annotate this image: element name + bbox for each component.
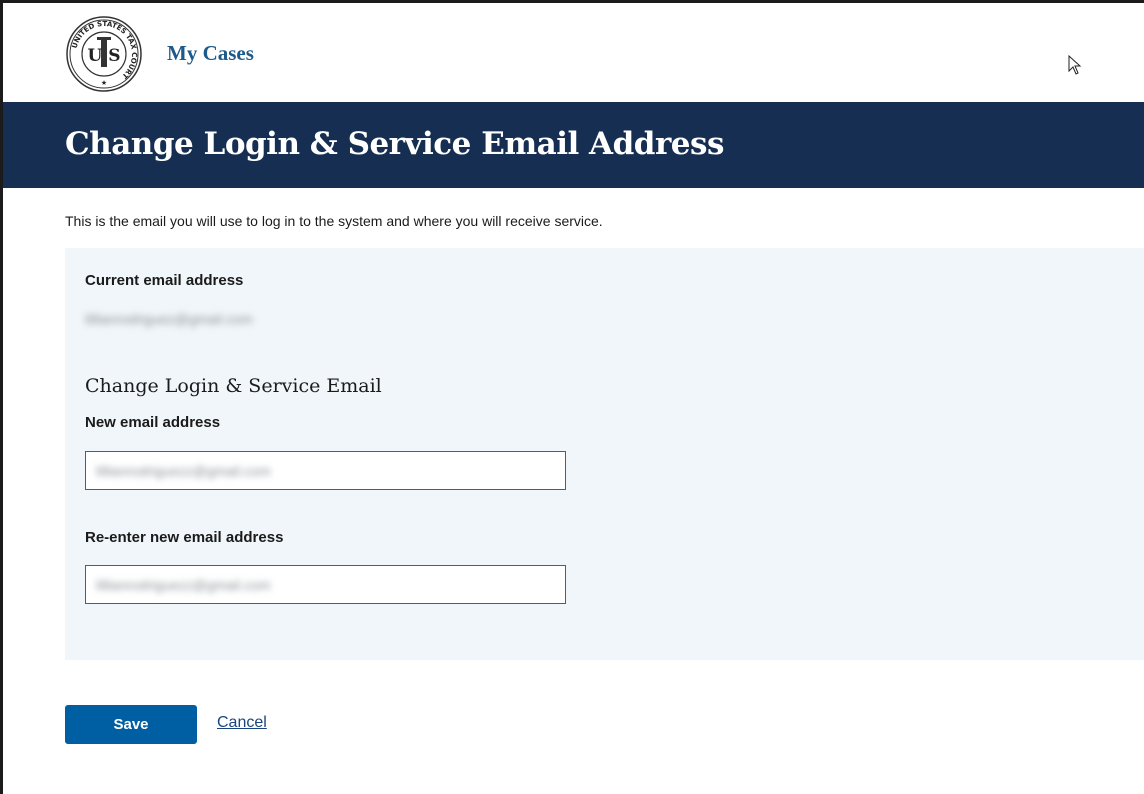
tax-court-seal-logo[interactable]: UNITED STATES TAX COURT U S ★ bbox=[65, 15, 143, 93]
new-email-input[interactable]: lillianrodriguezz@gmail.com bbox=[85, 451, 566, 490]
seal-center-text: U S bbox=[87, 46, 120, 66]
svg-text:★: ★ bbox=[101, 79, 107, 87]
current-email-label: Current email address bbox=[85, 272, 244, 289]
page-title-banner: Change Login & Service Email Address bbox=[3, 102, 1144, 188]
page-title: Change Login & Service Email Address bbox=[65, 126, 724, 162]
reenter-email-value: lillianrodriguezz@gmail.com bbox=[96, 577, 271, 593]
email-form-panel: Current email address lillianrodriguez@g… bbox=[65, 248, 1144, 660]
reenter-email-label: Re-enter new email address bbox=[85, 529, 284, 546]
cancel-link[interactable]: Cancel bbox=[217, 714, 267, 732]
change-email-heading: Change Login & Service Email bbox=[85, 375, 382, 397]
new-email-label: New email address bbox=[85, 414, 221, 431]
reenter-email-input[interactable]: lillianrodriguezz@gmail.com bbox=[85, 565, 566, 604]
my-cases-link[interactable]: My Cases bbox=[167, 41, 254, 66]
new-email-value: lillianrodriguezz@gmail.com bbox=[96, 463, 271, 479]
mouse-pointer-icon bbox=[1068, 55, 1082, 75]
current-email-value: lillianrodriguez@gmail.com bbox=[85, 311, 253, 327]
intro-text: This is the email you will use to log in… bbox=[65, 213, 603, 229]
site-header: UNITED STATES TAX COURT U S ★ My Cases bbox=[3, 3, 1144, 102]
save-button[interactable]: Save bbox=[65, 705, 197, 744]
